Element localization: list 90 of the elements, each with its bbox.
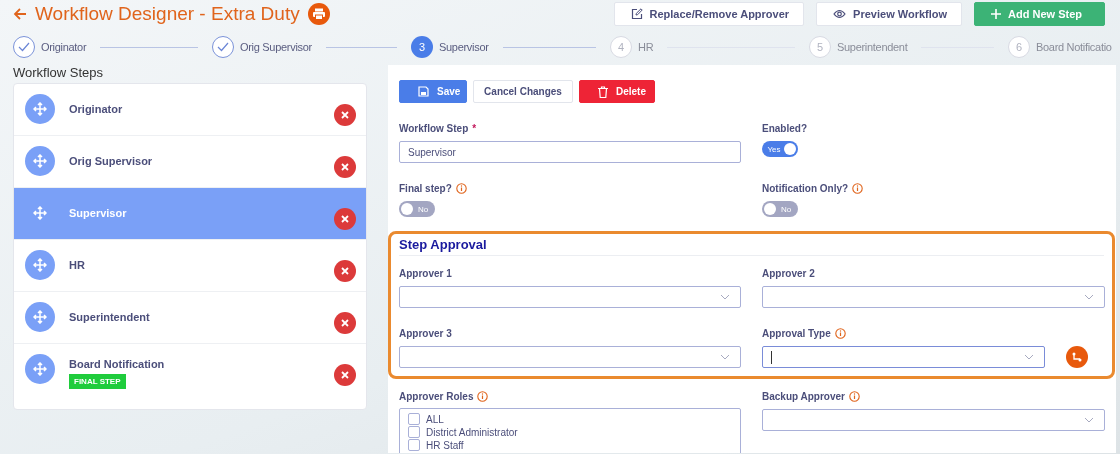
chevron-down-icon bbox=[720, 354, 730, 360]
step-label: Board Notificatio bbox=[1036, 41, 1112, 53]
workflow-step-item[interactable]: HR bbox=[14, 240, 366, 292]
workflow-step-item[interactable]: Superintendent bbox=[14, 292, 366, 344]
workflow-step-item[interactable]: Board Notification FINAL STEP bbox=[14, 344, 366, 395]
save-icon bbox=[418, 86, 429, 97]
toggle-switch[interactable]: Yes bbox=[762, 141, 798, 157]
move-icon[interactable] bbox=[33, 258, 47, 272]
toggle-text: Yes bbox=[766, 144, 782, 154]
back-arrow-icon[interactable] bbox=[13, 7, 27, 21]
step-name: Superintendent bbox=[69, 311, 151, 323]
select-field[interactable] bbox=[762, 286, 1105, 308]
select-field[interactable] bbox=[399, 346, 741, 368]
select-field[interactable] bbox=[762, 409, 1105, 431]
chevron-down-icon bbox=[1024, 354, 1034, 360]
field-label: Workflow Step bbox=[399, 122, 469, 134]
page-title: Workflow Designer - Extra Duty bbox=[35, 3, 300, 25]
plus-icon bbox=[991, 9, 1002, 19]
step-label: Orig Supervisor bbox=[240, 41, 312, 53]
move-icon[interactable] bbox=[33, 154, 47, 168]
step-name: Board Notification bbox=[69, 358, 166, 370]
move-icon[interactable] bbox=[33, 310, 47, 324]
save-button[interactable]: Save bbox=[399, 80, 467, 103]
step-label: Originator bbox=[41, 41, 87, 53]
step-circle: 6 bbox=[1008, 36, 1030, 58]
drag-handle[interactable] bbox=[25, 146, 55, 176]
drag-handle[interactable] bbox=[25, 250, 55, 280]
cancel-button[interactable]: Cancel Changes bbox=[473, 80, 573, 103]
eye-icon bbox=[833, 9, 847, 19]
required-mark: * bbox=[472, 122, 477, 134]
step-name: Originator bbox=[69, 103, 124, 115]
remove-icon[interactable] bbox=[334, 312, 356, 334]
drag-handle[interactable] bbox=[25, 302, 55, 332]
remove-icon[interactable] bbox=[334, 364, 356, 386]
text-input[interactable]: Supervisor bbox=[399, 141, 741, 163]
check-icon bbox=[217, 42, 229, 52]
field-label: Approver 1 bbox=[399, 267, 452, 279]
step-label: HR bbox=[638, 41, 654, 53]
option-label: ALL bbox=[426, 413, 444, 425]
option-label: District Administrator bbox=[426, 426, 518, 438]
field-label: Enabled? bbox=[762, 122, 807, 134]
step-label: Superintendent bbox=[837, 41, 908, 53]
step-circle: 4 bbox=[610, 36, 632, 58]
move-icon[interactable] bbox=[33, 206, 47, 220]
toggle-text: No bbox=[416, 204, 430, 214]
trash-icon bbox=[598, 85, 608, 98]
step-name: Supervisor bbox=[69, 207, 128, 219]
remove-icon[interactable] bbox=[334, 208, 356, 230]
remove-icon[interactable] bbox=[334, 156, 356, 178]
field-label: Backup Approver bbox=[762, 390, 845, 402]
field-label: Approver 3 bbox=[399, 327, 452, 339]
step-name: Orig Supervisor bbox=[69, 155, 154, 167]
chevron-down-icon bbox=[1084, 417, 1094, 423]
check-icon bbox=[18, 42, 30, 52]
edit-icon bbox=[630, 8, 643, 20]
select-field[interactable] bbox=[762, 346, 1045, 368]
option-label: HR Staff bbox=[426, 439, 464, 451]
drag-handle[interactable] bbox=[25, 94, 55, 124]
preview-workflow-button[interactable]: Preview Workflow bbox=[816, 2, 963, 26]
chevron-down-icon bbox=[1084, 294, 1094, 300]
move-icon[interactable] bbox=[33, 102, 47, 116]
field-label: Approval Type bbox=[762, 327, 831, 339]
workflow-step-item[interactable]: Originator bbox=[14, 84, 366, 136]
section-title: Step Approval bbox=[399, 237, 1104, 256]
step-circle: 3 bbox=[411, 36, 433, 58]
move-icon[interactable] bbox=[33, 362, 47, 376]
field-label: Approver 2 bbox=[762, 267, 815, 279]
remove-icon[interactable] bbox=[334, 104, 356, 126]
step-label: Supervisor bbox=[439, 41, 489, 53]
drag-handle[interactable] bbox=[25, 354, 55, 384]
route-icon bbox=[1072, 352, 1082, 362]
step-name: HR bbox=[69, 259, 86, 271]
final-step-badge: FINAL STEP bbox=[69, 374, 126, 389]
checkbox[interactable] bbox=[408, 439, 420, 451]
panel-title: Workflow Steps bbox=[13, 65, 105, 80]
remove-icon[interactable] bbox=[334, 260, 356, 282]
field-label: Approver Roles bbox=[399, 390, 474, 402]
route-button[interactable] bbox=[1066, 346, 1088, 368]
field-label: Final step? bbox=[399, 182, 452, 194]
step-circle: 5 bbox=[809, 36, 831, 58]
field-label: Notification Only? bbox=[762, 182, 849, 194]
text-cursor bbox=[771, 350, 772, 364]
replace-approver-button[interactable]: Replace/Remove Approver bbox=[613, 2, 805, 26]
delete-button[interactable]: Delete bbox=[579, 80, 655, 103]
checkbox[interactable] bbox=[408, 413, 420, 425]
toggle-text: No bbox=[779, 204, 793, 214]
checkbox[interactable] bbox=[408, 426, 420, 438]
select-field[interactable] bbox=[399, 286, 741, 308]
print-icon[interactable] bbox=[307, 3, 330, 25]
chevron-down-icon bbox=[720, 294, 730, 300]
